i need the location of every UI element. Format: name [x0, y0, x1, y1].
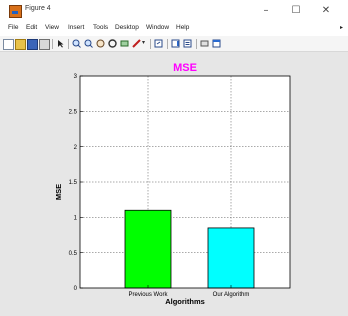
- chart-title: MSE: [173, 62, 197, 74]
- x-axis-label: Algorithms: [165, 297, 205, 306]
- y-tick-label: 2.5: [69, 110, 78, 116]
- y-tick-label: 0.5: [69, 251, 78, 257]
- y-tick-label: 1: [74, 216, 78, 222]
- bar-our-algorithm: [207, 227, 255, 289]
- y-tick-label: 0: [74, 286, 78, 292]
- y-tick-label: 3: [74, 74, 78, 80]
- bar-previous-work: [124, 209, 172, 289]
- x-tick-label: Previous Work: [129, 292, 169, 298]
- bar-chart: 0 0.5 1 1.5 2 2.5 3 Previous Work Our Algorithm…: [54, 62, 291, 306]
- y-axis-label: MSE: [54, 184, 63, 200]
- y-tick-label: 1.5: [69, 180, 78, 186]
- y-tick-label: 2: [74, 145, 78, 151]
- x-tick-label: Our Algorithm: [213, 292, 250, 298]
- figure-window: Figure 4 – ☐ ✕ File Edit View Insert Too…: [0, 0, 348, 316]
